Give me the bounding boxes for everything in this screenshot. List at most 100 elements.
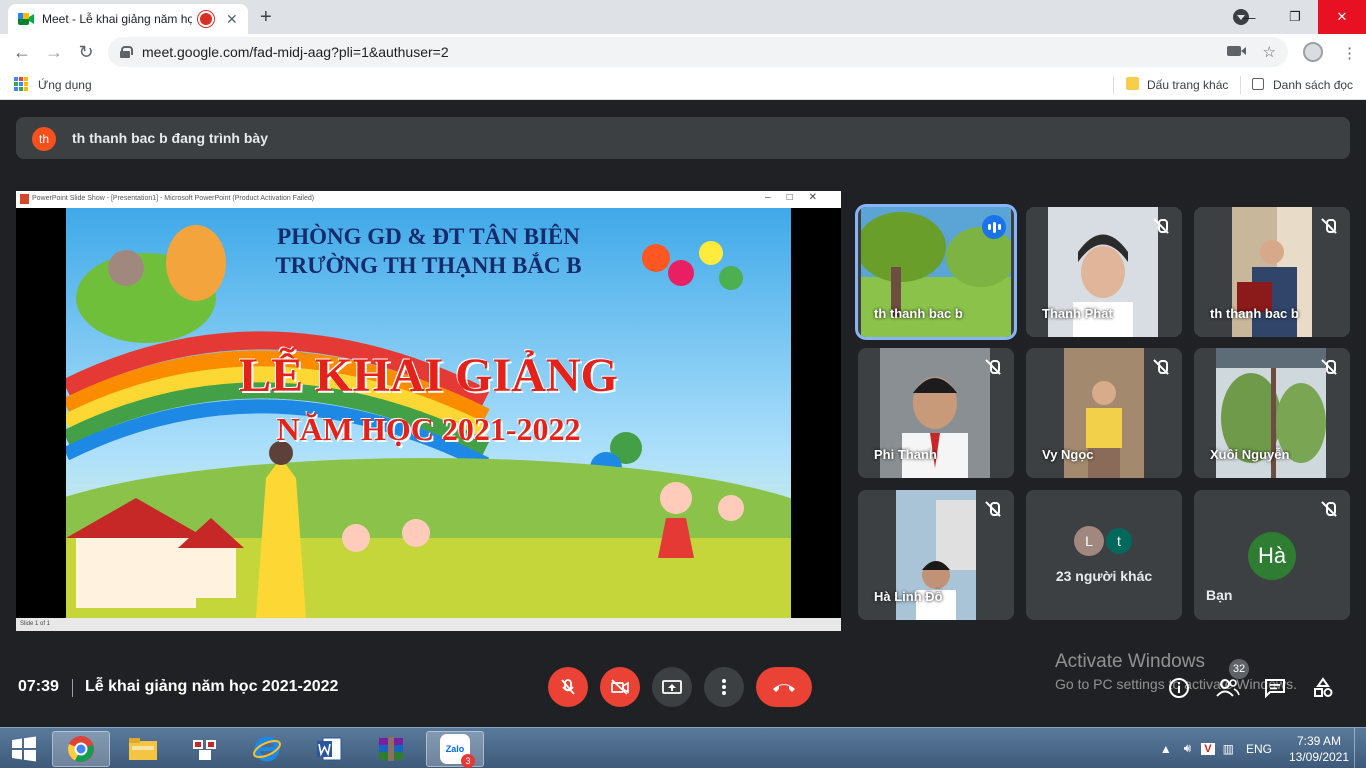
slide: PHÒNG GD & ĐT TÂN BIÊN TRƯỜNG TH THẠNH B… bbox=[66, 208, 791, 618]
participant-name: Hà Linh Đỗ bbox=[874, 589, 943, 604]
participant-name: Xuôi Nguyễn bbox=[1210, 447, 1290, 462]
forward-icon[interactable]: → bbox=[38, 42, 70, 63]
mic-off-icon bbox=[1320, 500, 1338, 518]
window-controls: — ❐ ✕ bbox=[1226, 0, 1366, 34]
taskbar-winrar[interactable] bbox=[362, 731, 420, 767]
taskbar-chrome[interactable] bbox=[52, 731, 110, 767]
reload-icon[interactable]: ↻ bbox=[70, 42, 102, 63]
address-bar[interactable]: meet.google.com/fad-midj-aag?pli=1&authu… bbox=[108, 37, 1288, 67]
people-icon bbox=[1216, 679, 1240, 697]
camera-toggle-button[interactable] bbox=[600, 667, 640, 707]
participant-count-badge: 32 bbox=[1229, 659, 1249, 679]
chat-button[interactable] bbox=[1264, 677, 1288, 699]
folder-icon bbox=[129, 738, 157, 760]
slide-counter: Slide 1 of 1 bbox=[20, 621, 51, 627]
close-window-button[interactable]: ✕ bbox=[1318, 0, 1366, 34]
participant-name: Vy Ngọc bbox=[1042, 447, 1094, 462]
browser-menu-icon[interactable]: ⋮ bbox=[1342, 44, 1357, 62]
apps-grid-icon[interactable] bbox=[14, 77, 28, 91]
activate-windows-watermark: Activate Windows bbox=[1055, 651, 1205, 672]
participant-tile[interactable]: th thanh bac b bbox=[1194, 207, 1350, 337]
url-text: meet.google.com/fad-midj-aag?pli=1&authu… bbox=[142, 44, 449, 60]
back-icon[interactable]: ← bbox=[6, 42, 38, 63]
taskbar-zalo[interactable]: Zalo 3 bbox=[426, 731, 484, 768]
close-tab-icon[interactable]: ✕ bbox=[226, 11, 238, 28]
slide-title: LỄ KHAI GIẢNG bbox=[239, 349, 618, 402]
taskbar-ie[interactable] bbox=[238, 731, 296, 767]
language-indicator[interactable]: ENG bbox=[1246, 742, 1272, 756]
participant-tile[interactable]: Vy Ngọc bbox=[1026, 348, 1182, 478]
self-tile[interactable]: Hà Bạn bbox=[1194, 490, 1350, 620]
participant-tile[interactable]: th thanh bac b bbox=[858, 207, 1014, 337]
meeting-name: Lễ khai giảng năm học 2021-2022 bbox=[85, 678, 339, 695]
participant-tile[interactable]: Thanh Phat bbox=[1026, 207, 1182, 337]
lock-icon[interactable] bbox=[120, 46, 133, 58]
taskbar-explorer[interactable] bbox=[114, 731, 172, 767]
new-tab-button[interactable]: + bbox=[260, 6, 272, 29]
browser-tab-meet[interactable]: Meet - Lễ khai giảng năm học ✕ bbox=[8, 4, 248, 34]
clock[interactable]: 7:39 AM 13/09/2021 bbox=[1284, 733, 1354, 765]
people-button[interactable] bbox=[1216, 677, 1240, 699]
reading-list-icon bbox=[1252, 78, 1264, 90]
more-options-button[interactable] bbox=[704, 667, 744, 707]
volume-icon[interactable]: 🔊︎ bbox=[1184, 741, 1192, 756]
profile-avatar[interactable] bbox=[1303, 42, 1323, 62]
info-icon bbox=[1169, 678, 1189, 698]
present-screen-icon bbox=[662, 680, 682, 694]
participant-tile[interactable]: Xuôi Nguyễn bbox=[1194, 348, 1350, 478]
meeting-time: 07:39 bbox=[18, 678, 59, 695]
activities-button[interactable] bbox=[1312, 677, 1336, 699]
unikey-tray-icon[interactable]: V bbox=[1201, 742, 1215, 755]
zalo-badge: 3 bbox=[461, 754, 475, 768]
taskbar-app-unikey[interactable] bbox=[176, 731, 234, 767]
hang-up-icon bbox=[773, 684, 795, 692]
presenter-avatar: th bbox=[32, 127, 56, 151]
unikey-icon bbox=[193, 740, 216, 760]
bookmark-apps[interactable]: Ứng dụng bbox=[38, 78, 92, 92]
others-avatar: t bbox=[1104, 526, 1134, 556]
others-tile[interactable]: L t 23 người khác bbox=[1026, 490, 1182, 620]
presenting-text: th thanh bac b đang trình bày bbox=[72, 130, 268, 146]
presentation-stage[interactable]: PowerPoint Slide Show - [Presentation1] … bbox=[16, 191, 841, 631]
camera-in-use-icon[interactable] bbox=[1226, 46, 1246, 56]
folder-icon bbox=[1126, 77, 1139, 90]
system-tray: ▲ 🔊︎ V ▥ ENG 7:39 AM 13/09/2021 bbox=[1160, 728, 1366, 768]
mic-toggle-button[interactable] bbox=[548, 667, 588, 707]
mic-off-icon bbox=[1152, 358, 1170, 376]
powerpoint-window-title: PowerPoint Slide Show - [Presentation1] … bbox=[32, 195, 315, 202]
participant-name: Thanh Phat bbox=[1042, 306, 1113, 321]
powerpoint-icon bbox=[20, 194, 29, 204]
bookmark-other[interactable]: Dấu trang khác bbox=[1147, 78, 1228, 92]
bookmark-star-icon[interactable]: ☆ bbox=[1263, 43, 1276, 61]
recording-indicator-icon bbox=[200, 13, 212, 25]
powerpoint-statusbar: Slide 1 of 1 bbox=[16, 618, 841, 631]
self-label: Bạn bbox=[1206, 587, 1233, 603]
tray-expand-icon[interactable]: ▲ bbox=[1160, 742, 1172, 756]
self-avatar: Hà bbox=[1248, 532, 1296, 580]
windows-start-icon[interactable] bbox=[8, 734, 40, 764]
taskbar-word[interactable] bbox=[300, 731, 358, 767]
leave-call-button[interactable] bbox=[756, 667, 812, 707]
clock-date: 13/09/2021 bbox=[1288, 749, 1350, 764]
windows-taskbar: Zalo 3 ▲ 🔊︎ V ▥ ENG 7:39 AM 13/09/2021 bbox=[0, 727, 1366, 768]
present-now-button[interactable] bbox=[652, 667, 692, 707]
slide-line2: TRƯỜNG TH THẠNH BẮC B bbox=[275, 253, 582, 278]
network-icon[interactable]: ▥ bbox=[1223, 742, 1234, 756]
participant-tile[interactable]: Hà Linh Đỗ bbox=[858, 490, 1014, 620]
slide-subtitle: NĂM HỌC 2021-2022 bbox=[276, 411, 581, 447]
tab-title: Meet - Lễ khai giảng năm học bbox=[42, 12, 192, 26]
participant-tile[interactable]: Phi Thanh bbox=[858, 348, 1014, 478]
google-meet-icon bbox=[18, 12, 34, 26]
bookmark-reading-list[interactable]: Danh sách đọc bbox=[1273, 78, 1353, 92]
minimize-button[interactable]: — bbox=[1226, 0, 1272, 34]
mic-off-icon bbox=[561, 679, 575, 695]
meet-main: th th thanh bac b đang trình bày PowerPo… bbox=[0, 101, 1366, 727]
show-desktop-button[interactable] bbox=[1354, 728, 1366, 768]
activities-icon bbox=[1314, 677, 1333, 697]
winrar-icon bbox=[379, 737, 403, 761]
address-bar-actions: ☆ bbox=[1226, 43, 1276, 61]
restore-button[interactable]: ❐ bbox=[1272, 0, 1318, 34]
others-count-label: 23 người khác bbox=[1055, 568, 1153, 584]
meeting-details-button[interactable] bbox=[1168, 677, 1192, 699]
participant-name: Phi Thanh bbox=[874, 447, 937, 462]
